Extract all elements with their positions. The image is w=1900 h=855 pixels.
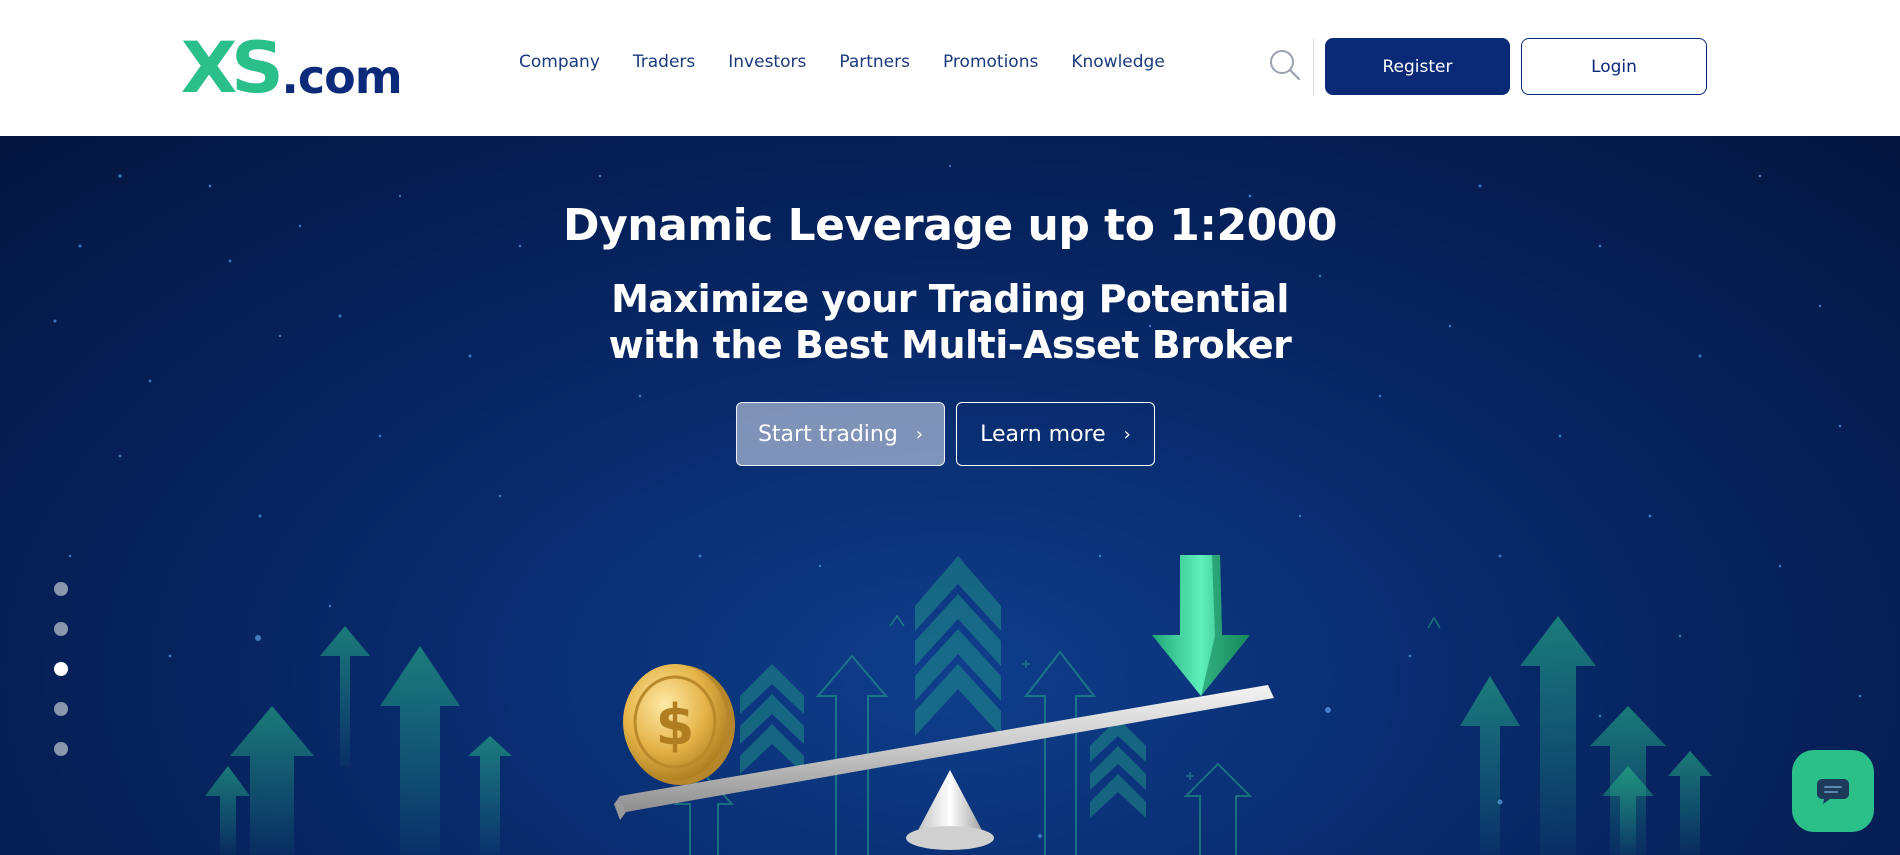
slider-dot-5[interactable] bbox=[54, 742, 68, 756]
learn-more-label: Learn more bbox=[980, 421, 1106, 447]
start-trading-button[interactable]: Start trading › bbox=[736, 402, 945, 466]
slider-dot-3[interactable] bbox=[54, 662, 68, 676]
chevron-right-icon: › bbox=[915, 423, 924, 445]
hero-banner: $ Dynamic Leverage up to 1:2000 Maximize… bbox=[0, 136, 1900, 855]
slider-dot-2[interactable] bbox=[54, 622, 68, 636]
hero-subtitle-line-2: with the Best Multi-Asset Broker bbox=[608, 323, 1292, 367]
header-divider bbox=[1313, 38, 1314, 96]
start-trading-label: Start trading bbox=[757, 421, 898, 447]
login-button[interactable]: Login bbox=[1521, 38, 1707, 95]
logo-brand: XS bbox=[180, 27, 284, 109]
search-icon[interactable] bbox=[1268, 48, 1302, 82]
nav-knowledge[interactable]: Knowledge bbox=[1071, 52, 1164, 72]
learn-more-button[interactable]: Learn more › bbox=[956, 402, 1155, 466]
site-header: XS .com Company Traders Investors Partne… bbox=[0, 0, 1900, 136]
nav-company[interactable]: Company bbox=[519, 52, 600, 72]
nav-partners[interactable]: Partners bbox=[839, 52, 910, 72]
slider-dot-4[interactable] bbox=[54, 702, 68, 716]
logo-suffix: .com bbox=[281, 50, 402, 104]
chevron-right-icon: › bbox=[1123, 423, 1131, 445]
slider-dot-1[interactable] bbox=[54, 582, 68, 596]
nav-promotions[interactable]: Promotions bbox=[943, 52, 1038, 72]
chat-button[interactable] bbox=[1792, 750, 1874, 832]
nav-investors[interactable]: Investors bbox=[728, 52, 806, 72]
hero-subtitle-line-1: Maximize your Trading Potential bbox=[611, 277, 1289, 321]
svg-text:$: $ bbox=[656, 693, 695, 758]
xs-logo[interactable]: XS .com bbox=[180, 27, 403, 109]
main-nav: Company Traders Investors Partners Promo… bbox=[519, 52, 1165, 72]
slider-pagination bbox=[54, 582, 68, 756]
chat-bubble-icon bbox=[1817, 779, 1849, 804]
hero-subtitle: Maximize your Trading Potential with the… bbox=[0, 276, 1900, 368]
nav-traders[interactable]: Traders bbox=[633, 52, 695, 72]
hero-title: Dynamic Leverage up to 1:2000 bbox=[563, 200, 1337, 251]
register-button[interactable]: Register bbox=[1325, 38, 1510, 95]
